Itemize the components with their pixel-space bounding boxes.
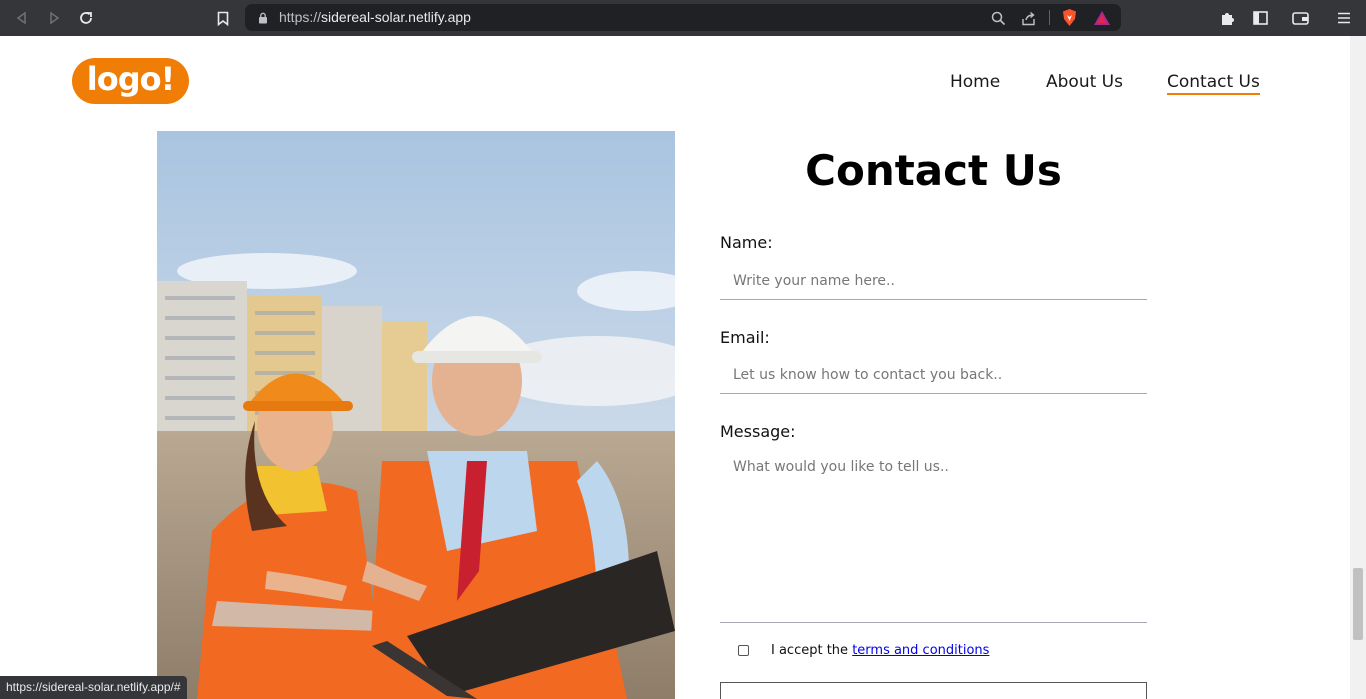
menu-icon[interactable]	[1334, 8, 1354, 28]
name-input[interactable]	[720, 262, 1147, 300]
separator	[1049, 10, 1050, 25]
terms-link[interactable]: terms and conditions	[852, 643, 989, 658]
message-label: Message:	[720, 422, 796, 441]
accept-text: I accept the	[771, 643, 849, 658]
email-label: Email:	[720, 328, 770, 347]
browser-toolbar: https://sidereal-solar.netlify.app	[0, 0, 1366, 36]
brave-shield-icon[interactable]	[1059, 7, 1079, 28]
nav-home[interactable]: Home	[950, 72, 1000, 92]
url-text: https://sidereal-solar.netlify.app	[279, 9, 471, 25]
address-bar[interactable]: https://sidereal-solar.netlify.app	[245, 4, 1121, 31]
submit-button[interactable]	[720, 682, 1147, 699]
email-input[interactable]	[720, 356, 1147, 394]
construction-workers-photo	[157, 131, 675, 699]
status-bar: https://sidereal-solar.netlify.app/#	[0, 676, 187, 699]
forward-icon[interactable]	[43, 7, 65, 29]
sidebar-icon[interactable]	[1250, 8, 1270, 28]
page-content: logo! Home About Us Contact Us Contact U…	[0, 36, 1350, 699]
logo-text: logo!	[86, 60, 175, 98]
back-icon[interactable]	[11, 7, 33, 29]
message-textarea[interactable]	[720, 447, 1147, 623]
brave-rewards-icon[interactable]	[1092, 8, 1112, 27]
reload-icon[interactable]	[75, 7, 97, 29]
zoom-icon[interactable]	[989, 9, 1007, 27]
contact-heading: Contact Us	[805, 146, 1062, 195]
share-icon[interactable]	[1020, 9, 1038, 27]
nav-contact-us[interactable]: Contact Us	[1167, 72, 1260, 95]
scrollbar-thumb[interactable]	[1353, 568, 1363, 640]
site-logo[interactable]: logo!	[72, 58, 189, 104]
nav-about-us[interactable]: About Us	[1046, 72, 1123, 92]
terms-row: I accept the terms and conditions	[771, 643, 989, 658]
bookmark-icon[interactable]	[214, 8, 232, 28]
lock-icon	[257, 11, 269, 24]
terms-checkbox[interactable]	[738, 645, 749, 656]
extensions-icon[interactable]	[1218, 8, 1238, 28]
page-scrollbar[interactable]	[1350, 36, 1366, 699]
wallet-icon[interactable]	[1290, 8, 1310, 28]
name-label: Name:	[720, 233, 773, 252]
